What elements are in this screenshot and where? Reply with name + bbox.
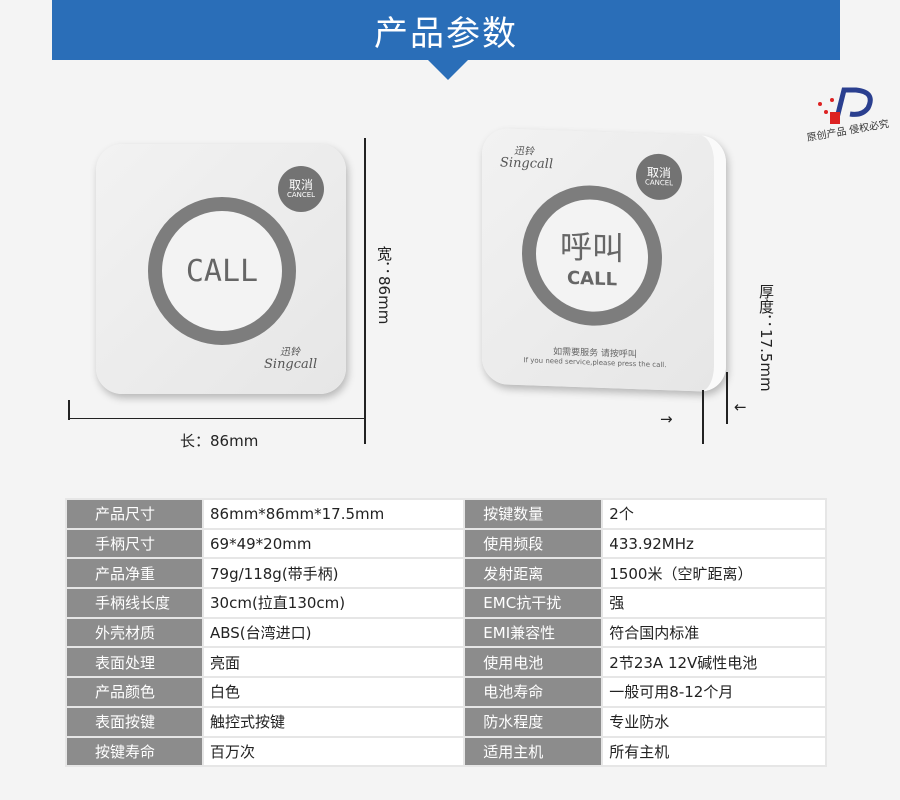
spec-value: 69*49*20mm bbox=[201, 527, 466, 560]
spec-value: 433.92MHz bbox=[601, 527, 827, 560]
spec-value: 白色 bbox=[201, 676, 466, 708]
spec-label: 外壳材质 bbox=[65, 616, 204, 649]
spec-value: 强 bbox=[601, 587, 827, 619]
spec-value: 符合国内标准 bbox=[601, 616, 827, 649]
arrow-right-icon: → bbox=[660, 410, 673, 428]
spec-row: 表面按键 触控式按键 防水程度 专业防水 bbox=[65, 705, 827, 738]
spec-row: 表面处理 亮面 使用电池 2节23A 12V碱性电池 bbox=[65, 646, 827, 679]
banner-notch bbox=[428, 60, 468, 80]
call-button-graphic: 呼叫 CALL bbox=[522, 183, 662, 329]
front-device-image: 取消 CANCEL CALL 迅铃 Singcall bbox=[96, 144, 346, 394]
page-title: 产品参数 bbox=[374, 13, 518, 54]
cancel-button-graphic: 取消 CANCEL bbox=[636, 153, 682, 201]
spec-value: 亮面 bbox=[201, 646, 466, 679]
brand-logo: 迅铃 Singcall bbox=[500, 145, 554, 173]
spec-row: 手柄尺寸 69*49*20mm 使用频段 433.92MHz bbox=[65, 527, 827, 560]
spec-label: 按键数量 bbox=[463, 498, 604, 530]
hint-text: 如需要服务 请按呼叫 If you need service,please pre… bbox=[523, 347, 667, 370]
spec-value: 所有主机 bbox=[601, 735, 827, 768]
spec-label: 使用频段 bbox=[463, 527, 604, 560]
width-label: 宽：86mm bbox=[375, 246, 393, 325]
spec-value: 86mm*86mm*17.5mm bbox=[201, 498, 466, 530]
spec-label: 电池寿命 bbox=[463, 676, 604, 708]
spec-label: 手柄线长度 bbox=[65, 587, 204, 619]
spec-row: 手柄线长度 30cm(拉直130cm) EMC抗干扰强 bbox=[65, 587, 827, 619]
spec-label: EMC抗干扰 bbox=[463, 587, 604, 619]
spec-label: 发射距离 bbox=[463, 557, 604, 590]
spec-label: EMI兼容性 bbox=[463, 616, 604, 649]
spec-row: 产品尺寸 86mm*86mm*17.5mm 按键数量 2个 bbox=[65, 498, 827, 530]
spec-value: 专业防水 bbox=[601, 705, 827, 738]
spec-value: 30cm(拉直130cm) bbox=[201, 587, 466, 619]
spec-table: 产品尺寸 86mm*86mm*17.5mm 按键数量 2个 手柄尺寸 69*49*20mm… bbox=[65, 498, 827, 768]
spec-value: 1500米（空旷距离） bbox=[601, 557, 827, 590]
call-button-graphic: CALL bbox=[148, 197, 296, 345]
header-banner: 产品参数 bbox=[52, 0, 840, 60]
spec-value: 百万次 bbox=[201, 735, 466, 768]
spec-value: 79g/118g(带手柄) bbox=[201, 557, 466, 590]
spec-label: 产品尺寸 bbox=[65, 498, 204, 530]
spec-label: 产品颜色 bbox=[65, 676, 204, 708]
spec-row: 产品净重 79g/118g(带手柄) 发射距离 1500米（空旷距离） bbox=[65, 557, 827, 590]
thickness-label: 厚度：17.5mm bbox=[757, 284, 775, 392]
spec-label: 防水程度 bbox=[463, 705, 604, 738]
spec-label: 表面处理 bbox=[65, 646, 204, 679]
spec-label: 按键寿命 bbox=[65, 735, 204, 768]
length-label: 长：86mm bbox=[180, 432, 259, 450]
spec-row: 按键寿命 百万次 适用主机 所有主机 bbox=[65, 735, 827, 768]
spec-value: 2节23A 12V碱性电池 bbox=[601, 646, 827, 679]
spec-label: 表面按键 bbox=[65, 705, 204, 738]
spec-value: ABS(台湾进口) bbox=[201, 616, 466, 649]
brand-logo: 迅铃 Singcall bbox=[264, 347, 318, 372]
cancel-button-graphic: 取消 CANCEL bbox=[278, 166, 324, 212]
spec-label: 手柄尺寸 bbox=[65, 527, 204, 560]
side-device-image: 迅铃 Singcall 取消 CANCEL 呼叫 CALL 如需要服务 请按呼叫 If … bbox=[482, 127, 726, 393]
spec-label: 适用主机 bbox=[463, 735, 604, 768]
spec-row: 外壳材质 ABS(台湾进口) EMI兼容性 符合国内标准 bbox=[65, 616, 827, 649]
arrow-left-icon: ← bbox=[734, 398, 747, 416]
spec-label: 产品净重 bbox=[65, 557, 204, 590]
spec-value: 一般可用8-12个月 bbox=[601, 676, 827, 708]
spec-label: 使用电池 bbox=[463, 646, 604, 679]
spec-value: 触控式按键 bbox=[201, 705, 466, 738]
spec-row: 产品颜色 白色 电池寿命 一般可用8-12个月 bbox=[65, 676, 827, 708]
spec-value: 2个 bbox=[601, 498, 827, 530]
